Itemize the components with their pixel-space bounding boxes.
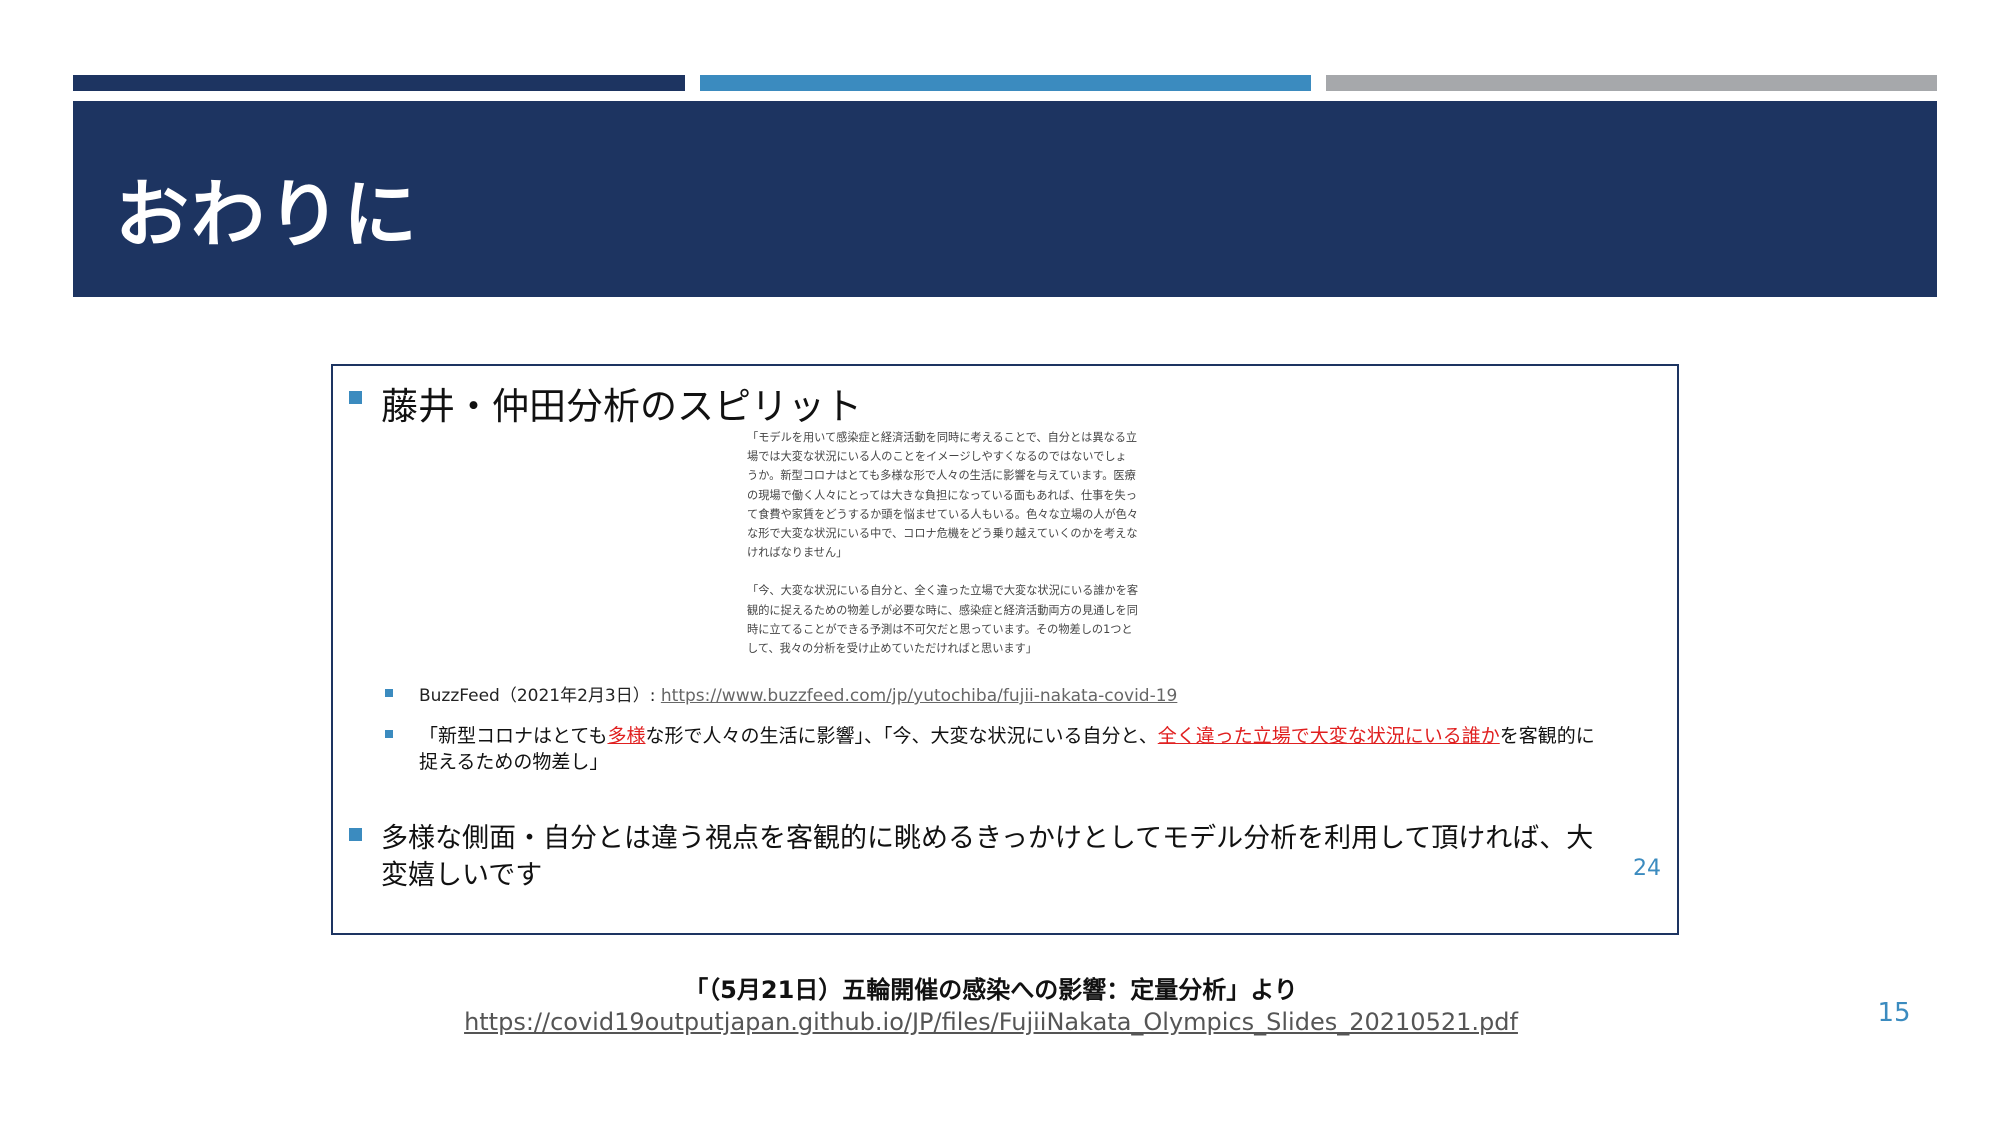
top-accent-bar-navy xyxy=(73,75,685,91)
sub-bullet-square-icon xyxy=(385,730,393,738)
highlighted-phrase: 多様 xyxy=(607,725,646,747)
top-accent-bar-gray xyxy=(1326,75,1937,91)
citation-text: を客観的に xyxy=(1499,725,1595,747)
source-caption: 「（5月21日）五輪開催の感染への影響：定量分析」より xyxy=(684,976,1298,1004)
quote-line: の現場で働く人々にとっては大きな負担になっている面もあれば、仕事を失っ xyxy=(747,488,1137,502)
embedded-slide-title: 藤井・仲田分析のスピリット xyxy=(381,385,862,428)
citation-line-2: 捉えるための物差し」 xyxy=(419,751,609,773)
quote-line: ければなりません」 xyxy=(747,546,848,560)
quote-paragraph-2: 「今、大変な状況にいる自分と、全く違った立場で大変な状況にいる誰かを客 観的に捉… xyxy=(747,581,1217,658)
bullet-square-icon xyxy=(349,391,362,404)
page-title: おわりに xyxy=(115,172,419,258)
page-number: 15 xyxy=(1877,998,1911,1028)
top-accent-bar-blue xyxy=(700,75,1311,91)
embedded-slide-page-number: 24 xyxy=(1633,856,1661,881)
quote-line: うか。新型コロナはとても多様な形で人々の生活に影響を与えています。医療 xyxy=(747,469,1136,483)
citation-line-1: 「新型コロナはとても多様な形で人々の生活に影響」、「今、大変な状況にいる自分と、… xyxy=(419,721,1595,748)
highlighted-phrase: 全く違った立場で大変な状況にいる誰か xyxy=(1157,725,1500,747)
quote-line: 場では大変な状況にいる人のことをイメージしやすくなるのではないでしょ xyxy=(747,450,1127,464)
quote-line: 観的に捉えるための物差しが必要な時に、感染症と経済活動両方の見通しを同 xyxy=(747,603,1138,617)
closing-bullet-line-2: 変嬉しいです xyxy=(381,860,543,891)
bullet-square-icon xyxy=(349,828,362,841)
closing-bullet-line-1: 多様な側面・自分とは違う視点を客観的に眺めるきっかけとしてモデル分析を利用して頂… xyxy=(381,823,1594,854)
citation-text: 「新型コロナはとても xyxy=(419,725,608,747)
quote-paragraph-1: 「モデルを用いて感染症と経済活動を同時に考えることで、自分とは異なる立 場では大… xyxy=(747,428,1217,562)
quote-line: 時に立てることができる予測は不可欠だと思っています。その物差しの1つと xyxy=(747,622,1133,636)
quote-block: 「モデルを用いて感染症と経済活動を同時に考えることで、自分とは異なる立 場では大… xyxy=(747,428,1217,658)
source-line: BuzzFeed（2021年2月3日）: https://www.buzzfee… xyxy=(419,681,1177,706)
title-banner: おわりに xyxy=(73,101,1937,297)
quote-line: 「モデルを用いて感染症と経済活動を同時に考えることで、自分とは異なる立 xyxy=(747,431,1138,444)
source-label: BuzzFeed（2021年2月3日）: xyxy=(419,686,661,706)
quote-line: な形で大変な状況にいる中で、コロナ危機をどう乗り越えていくのかを考えな xyxy=(747,527,1138,541)
citation-text: な形で人々の生活に影響」、「今、大変な状況にいる自分と、 xyxy=(645,725,1158,747)
source-caption-link[interactable]: https://covid19outputjapan.github.io/JP/… xyxy=(0,1008,1982,1036)
sub-bullet-square-icon xyxy=(385,689,393,697)
source-link[interactable]: https://www.buzzfeed.com/jp/yutochiba/fu… xyxy=(661,686,1177,706)
quote-line: 「今、大変な状況にいる自分と、全く違った立場で大変な状況にいる誰かを客 xyxy=(747,584,1139,598)
quote-line: て食費や家賃をどうするか頭を悩ませている人もいる。色々な立場の人が色々 xyxy=(747,507,1139,521)
embedded-slide: 藤井・仲田分析のスピリット 「モデルを用いて感染症と経済活動を同時に考えることで… xyxy=(331,364,1679,935)
quote-line: して、我々の分析を受け止めていただければと思います」 xyxy=(747,642,1037,656)
